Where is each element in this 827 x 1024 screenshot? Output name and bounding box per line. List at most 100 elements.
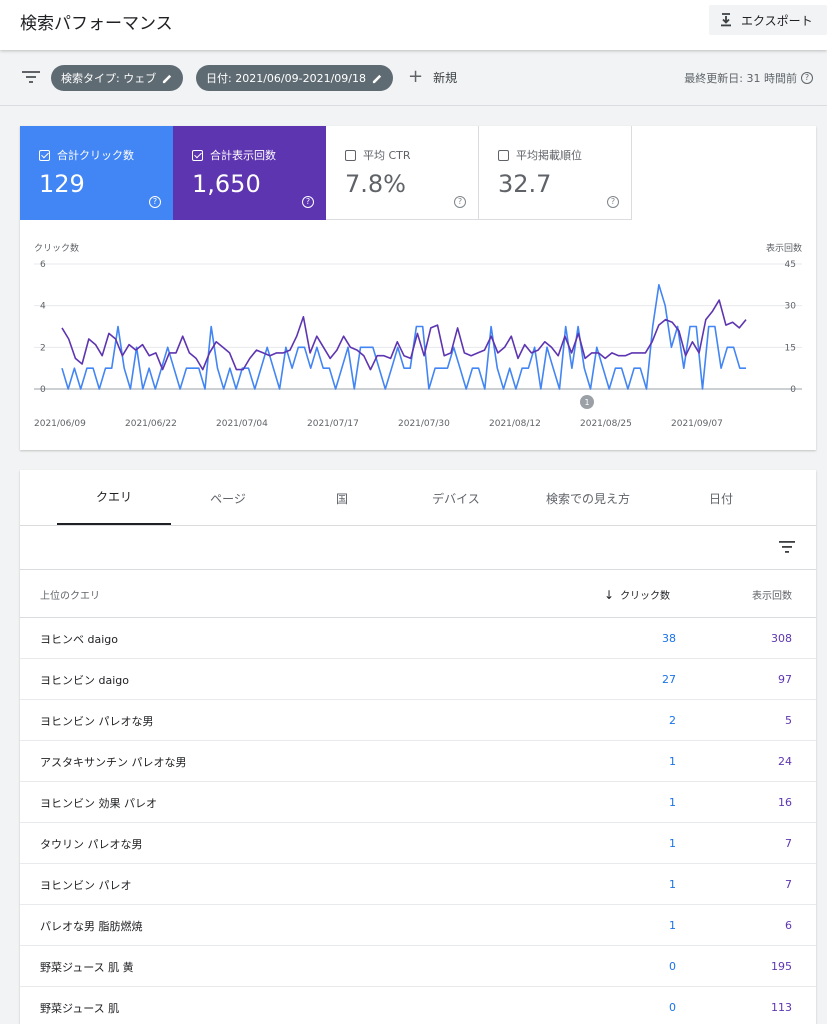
filter-icon[interactable] bbox=[22, 70, 40, 84]
clicks-cell: 0 bbox=[669, 960, 676, 973]
table-row[interactable]: 野菜ジュース 肌 0 113 bbox=[20, 987, 816, 1024]
performance-card: 合計クリック数 129 ? 合計表示回数 1,650 ? 平均 CTR 7.8%… bbox=[20, 126, 816, 450]
column-header-query: 上位のクエリ bbox=[40, 591, 100, 602]
search-type-chip[interactable]: 検索タイプ: ウェブ bbox=[51, 65, 184, 91]
column-header-impressions[interactable]: 表示回数 bbox=[752, 587, 792, 602]
edit-icon bbox=[372, 74, 382, 83]
metric-total-clicks[interactable]: 合計クリック数 129 ? bbox=[20, 126, 173, 220]
date-range-chip[interactable]: 日付: 2021/06/09-2021/09/18 bbox=[196, 65, 393, 91]
metric-total-impressions[interactable]: 合計表示回数 1,650 ? bbox=[173, 126, 326, 220]
tab-page[interactable]: ページ bbox=[171, 470, 285, 526]
column-header-clicks[interactable]: ↓ クリック数 bbox=[604, 587, 670, 603]
top-bar: 検索パフォーマンス エクスポート bbox=[0, 0, 827, 50]
metric-label: 平均掲載順位 bbox=[516, 149, 582, 162]
clicks-cell: 1 bbox=[669, 919, 676, 932]
table-row[interactable]: アスタキサンチン パレオな男 1 24 bbox=[20, 741, 816, 782]
metric-value: 7.8% bbox=[345, 170, 406, 198]
metric-value: 129 bbox=[39, 170, 85, 198]
metric-label: 平均 CTR bbox=[363, 149, 411, 162]
x-tick-label: 2021/06/22 bbox=[125, 419, 177, 429]
filter-bar: 検索タイプ: ウェブ 日付: 2021/06/09-2021/09/18 + 新… bbox=[0, 50, 827, 106]
performance-chart[interactable]: クリック数 表示回数 6 45 4 30 2 15 0 0 2021/06/09 2021/06/22… bbox=[20, 226, 816, 446]
download-icon bbox=[721, 13, 731, 27]
checkbox-icon bbox=[498, 149, 509, 161]
query-cell: 野菜ジュース 肌 黄 bbox=[40, 961, 134, 974]
export-label: エクスポート bbox=[741, 13, 813, 28]
metric-value: 32.7 bbox=[498, 170, 552, 198]
table-row[interactable]: タウリン パレオな男 1 7 bbox=[20, 823, 816, 864]
chip-label: 検索タイプ: ウェブ bbox=[61, 72, 157, 85]
checkbox-icon bbox=[345, 149, 356, 161]
query-cell: ヨヒンビン 効果 パレオ bbox=[40, 797, 157, 810]
help-icon[interactable]: ? bbox=[302, 196, 314, 208]
filter-rows-icon[interactable] bbox=[779, 541, 795, 553]
clicks-cell: 2 bbox=[669, 714, 676, 727]
dimension-tabs: クエリ ページ 国 デバイス 検索での見え方 日付 bbox=[20, 470, 816, 526]
x-tick-label: 2021/09/07 bbox=[671, 419, 723, 429]
query-cell: ヨヒンビン daigo bbox=[40, 674, 129, 687]
table-row[interactable]: ヨヒンベ daigo 38 308 bbox=[20, 618, 816, 659]
help-icon[interactable]: ? bbox=[149, 196, 161, 208]
table-toolbar bbox=[20, 526, 816, 570]
tab-search-appearance[interactable]: 検索での見え方 bbox=[513, 470, 663, 526]
x-tick-label: 2021/07/30 bbox=[398, 419, 450, 429]
checkbox-icon bbox=[192, 149, 203, 161]
results-table-card: クエリ ページ 国 デバイス 検索での見え方 日付 上位のクエリ ↓ クリック数 … bbox=[20, 470, 816, 1024]
right-tick-label: 0 bbox=[790, 385, 796, 395]
table-row[interactable]: ヨヒンビン パレオ 1 7 bbox=[20, 864, 816, 905]
x-tick-label: 2021/07/04 bbox=[216, 419, 268, 429]
last-updated-text: 最終更新日: 31 時間前 bbox=[684, 72, 797, 85]
left-axis-title: クリック数 bbox=[34, 242, 79, 254]
help-icon[interactable]: ? bbox=[801, 72, 813, 84]
tab-country[interactable]: 国 bbox=[285, 470, 399, 526]
x-tick-label: 2021/07/17 bbox=[307, 419, 359, 429]
clicks-cell: 1 bbox=[669, 878, 676, 891]
help-icon[interactable]: ? bbox=[607, 196, 619, 208]
table-row[interactable]: ヨヒンビン パレオな男 2 5 bbox=[20, 700, 816, 741]
query-cell: ヨヒンベ daigo bbox=[40, 633, 118, 646]
annotation-label: 1 bbox=[584, 398, 589, 407]
clicks-cell: 1 bbox=[669, 837, 676, 850]
table-row[interactable]: ヨヒンビン 効果 パレオ 1 16 bbox=[20, 782, 816, 823]
x-tick-label: 2021/08/12 bbox=[489, 419, 541, 429]
edit-icon bbox=[163, 74, 172, 83]
right-axis-title: 表示回数 bbox=[766, 242, 802, 254]
impressions-cell: 113 bbox=[771, 1001, 792, 1014]
clicks-cell: 1 bbox=[669, 755, 676, 768]
tab-date[interactable]: 日付 bbox=[663, 470, 779, 526]
sort-down-arrow-icon: ↓ bbox=[604, 587, 615, 602]
left-tick-label: 0 bbox=[40, 385, 46, 395]
help-icon[interactable]: ? bbox=[454, 196, 466, 208]
impressions-cell: 7 bbox=[785, 837, 792, 850]
metric-average-ctr[interactable]: 平均 CTR 7.8% ? bbox=[326, 126, 479, 220]
plus-icon: + bbox=[408, 66, 424, 87]
query-cell: アスタキサンチン パレオな男 bbox=[40, 756, 187, 769]
impressions-cell: 7 bbox=[785, 878, 792, 891]
right-tick-label: 45 bbox=[785, 260, 796, 270]
table-row[interactable]: パレオな男 脂肪燃焼 1 6 bbox=[20, 905, 816, 946]
query-cell: タウリン パレオな男 bbox=[40, 838, 143, 851]
query-cell: ヨヒンビン パレオな男 bbox=[40, 715, 154, 728]
clicks-cell: 27 bbox=[662, 673, 676, 686]
metric-value: 1,650 bbox=[192, 170, 261, 198]
metric-label: 合計表示回数 bbox=[210, 149, 276, 162]
query-cell: ヨヒンビン パレオ bbox=[40, 879, 132, 892]
page-title: 検索パフォーマンス bbox=[20, 14, 173, 34]
last-updated: 最終更新日: 31 時間前 ? bbox=[684, 70, 813, 86]
table-row[interactable]: 野菜ジュース 肌 黄 0 195 bbox=[20, 946, 816, 987]
clicks-cell: 38 bbox=[662, 632, 676, 645]
table-row[interactable]: ヨヒンビン daigo 27 97 bbox=[20, 659, 816, 700]
export-button[interactable]: エクスポート bbox=[709, 5, 827, 35]
impressions-cell: 24 bbox=[778, 755, 792, 768]
tab-device[interactable]: デバイス bbox=[399, 470, 513, 526]
left-tick-label: 2 bbox=[40, 343, 46, 353]
tab-query[interactable]: クエリ bbox=[57, 470, 171, 525]
clicks-cell: 0 bbox=[669, 1001, 676, 1014]
x-tick-label: 2021/08/25 bbox=[580, 419, 632, 429]
impressions-cell: 97 bbox=[778, 673, 792, 686]
metric-average-position[interactable]: 平均掲載順位 32.7 ? bbox=[479, 126, 632, 220]
impressions-cell: 308 bbox=[771, 632, 792, 645]
impressions-cell: 6 bbox=[785, 919, 792, 932]
add-filter-button[interactable]: + 新規 bbox=[408, 68, 457, 86]
query-cell: 野菜ジュース 肌 bbox=[40, 1002, 120, 1015]
